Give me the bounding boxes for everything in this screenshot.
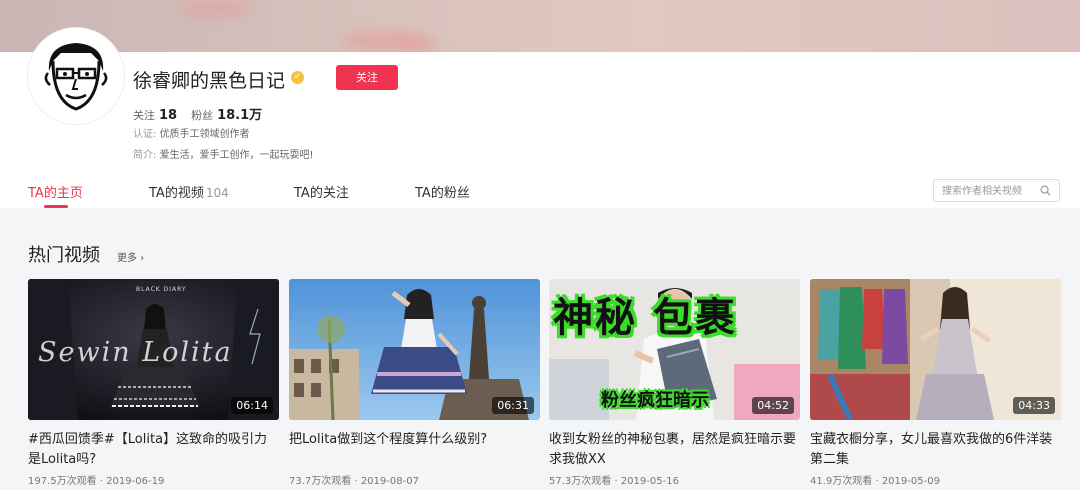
video-title[interactable]: 把Lolita做到这个程度算什么级别? bbox=[289, 430, 540, 450]
thumbnail-caption-text: 粉丝疯狂暗示 bbox=[601, 390, 709, 411]
search-input[interactable] bbox=[942, 183, 1038, 199]
profile-stats: 关注 18 粉丝 18.1万 bbox=[133, 104, 262, 123]
tab-fans[interactable]: TA的粉丝 bbox=[415, 182, 470, 201]
fans-label: 粉丝 bbox=[191, 109, 214, 122]
video-meta: 73.7万次观看 · 2019-08-07 bbox=[289, 476, 419, 487]
tab-videos[interactable]: TA的视频 104 bbox=[149, 182, 229, 201]
video-card[interactable]: 04:33 宝藏衣橱分享，女儿最喜欢我做的6件洋装第二集 41.9万次观看 · … bbox=[810, 279, 1061, 487]
video-duration: 06:14 bbox=[231, 397, 273, 414]
bio-value: 爱生活，爱手工创作，一起玩耍吧! bbox=[159, 150, 314, 161]
video-meta: 197.5万次观看 · 2019-06-19 bbox=[28, 476, 165, 487]
video-card[interactable]: 神秘 包裹 粉丝疯狂暗示 04:52 收到女粉丝的神秘包裹，居然是疯狂暗示要求我… bbox=[549, 279, 800, 487]
video-meta: 41.9万次观看 · 2019-05-09 bbox=[810, 476, 940, 487]
fans-count[interactable]: 18.1万 bbox=[217, 108, 262, 123]
cert-label: 认证: bbox=[133, 129, 157, 140]
cert-value: 优质手工领域创作者 bbox=[159, 129, 250, 140]
following-label: 关注 bbox=[133, 109, 155, 122]
search-icon[interactable] bbox=[1040, 185, 1051, 196]
video-count: 104 bbox=[205, 186, 229, 200]
bio-line: 简介: 爱生活，爱手工创作，一起玩耍吧! bbox=[133, 146, 314, 161]
video-title[interactable]: 宝藏衣橱分享，女儿最喜欢我做的6件洋装第二集 bbox=[810, 430, 1061, 470]
more-link[interactable]: 更多 › bbox=[117, 249, 144, 264]
video-duration: 04:33 bbox=[1013, 397, 1055, 414]
thumbnail-logo-text: BLACK DIARY bbox=[136, 286, 187, 293]
profile-tabs: TA的主页 TA的视频 104 TA的关注 TA的粉丝 bbox=[0, 172, 1080, 208]
thumbnail-title-text: 神秘 包裹 bbox=[553, 295, 737, 341]
active-tab-indicator bbox=[44, 205, 68, 208]
verified-badge-icon: ✓ bbox=[291, 71, 304, 84]
video-card[interactable]: 06:31 把Lolita做到这个程度算什么级别? 73.7万次观看 · 201… bbox=[289, 279, 540, 487]
video-card[interactable]: BLACK DIARY Sewin Lolita 06:14 #西瓜回馈季#【L… bbox=[28, 279, 279, 487]
tab-home[interactable]: TA的主页 bbox=[28, 182, 83, 201]
video-thumbnail[interactable]: BLACK DIARY Sewin Lolita 06:14 bbox=[28, 279, 279, 420]
video-thumbnail[interactable]: 06:31 bbox=[289, 279, 540, 420]
tab-following[interactable]: TA的关注 bbox=[294, 182, 349, 201]
video-title[interactable]: #西瓜回馈季#【Lolita】这致命的吸引力是Lolita吗? bbox=[28, 430, 279, 470]
username: 徐睿卿的黑色日记 bbox=[133, 70, 286, 92]
video-duration: 06:31 bbox=[492, 397, 534, 414]
bio-label: 简介: bbox=[133, 150, 157, 161]
video-duration: 04:52 bbox=[752, 397, 794, 414]
avatar-face-icon bbox=[31, 31, 121, 121]
video-title[interactable]: 收到女粉丝的神秘包裹，居然是疯狂暗示要求我做XX bbox=[549, 430, 800, 470]
section-title: 热门视频 bbox=[28, 245, 100, 266]
certification-line: 认证: 优质手工领域创作者 bbox=[133, 125, 250, 140]
following-count[interactable]: 18 bbox=[159, 108, 177, 123]
video-search-box[interactable] bbox=[933, 179, 1060, 202]
video-thumbnail[interactable]: 04:33 bbox=[810, 279, 1061, 420]
avatar[interactable] bbox=[28, 28, 124, 124]
follow-button[interactable]: 关注 bbox=[336, 65, 398, 90]
thumbnail-overlay-text: Sewin Lolita bbox=[38, 337, 233, 368]
profile-banner bbox=[0, 0, 1080, 52]
video-thumbnail[interactable]: 神秘 包裹 粉丝疯狂暗示 04:52 bbox=[549, 279, 800, 420]
video-meta: 57.3万次观看 · 2019-05-16 bbox=[549, 476, 679, 487]
